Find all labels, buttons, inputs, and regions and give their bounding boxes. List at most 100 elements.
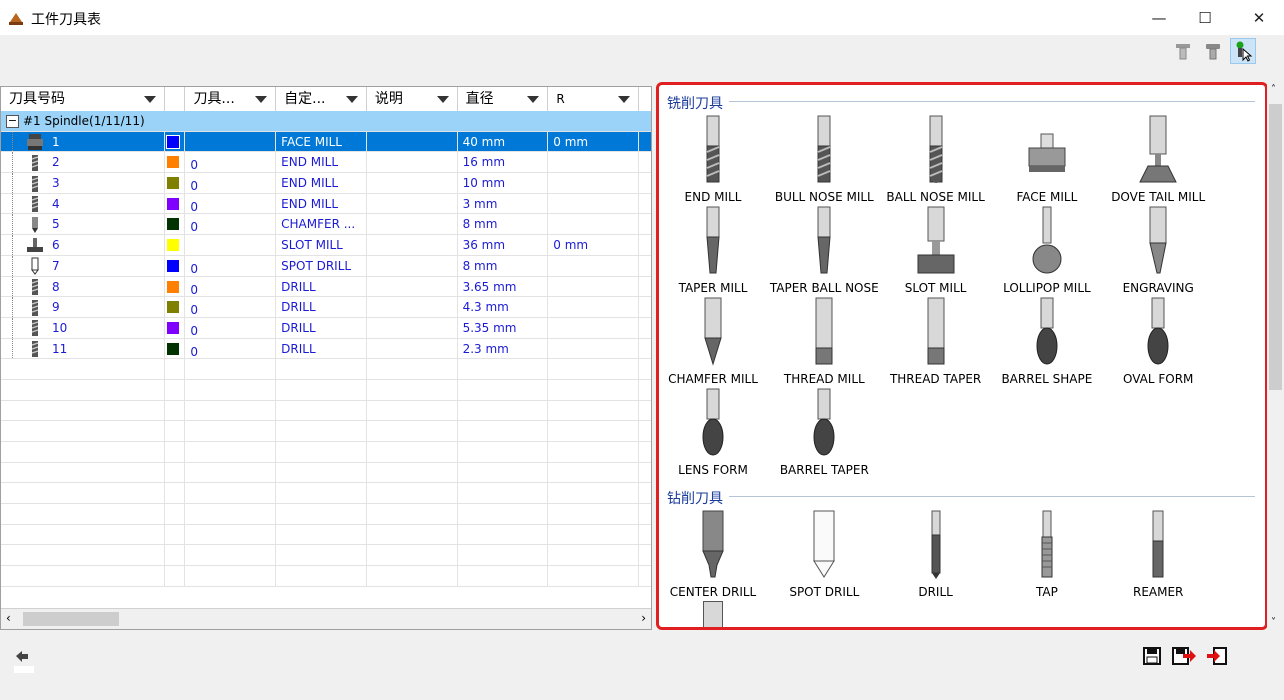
back-button[interactable] — [14, 648, 34, 677]
table-row[interactable]: 3 0 END MILL 10 mm — [1, 173, 651, 194]
color-swatch[interactable] — [166, 134, 181, 149]
tool-diameter: 3.65 mm — [458, 276, 549, 297]
table-row[interactable]: 11 0 DRILL 2.3 mm — [1, 338, 651, 360]
color-swatch[interactable] — [167, 239, 180, 252]
color-swatch[interactable] — [167, 156, 180, 169]
color-swatch[interactable] — [167, 321, 180, 334]
tool-type-item[interactable]: TAPER BALL NOSE — [768, 205, 880, 295]
tool-select-button[interactable] — [1230, 38, 1256, 64]
filter-arrow-icon[interactable] — [436, 96, 449, 103]
collapse-icon[interactable]: − — [6, 115, 19, 128]
empty-row — [1, 545, 651, 567]
color-swatch[interactable] — [167, 342, 180, 355]
maximize-button[interactable]: ☐ — [1182, 2, 1228, 33]
column-radius[interactable]: R — [548, 87, 640, 111]
empty-row — [1, 379, 651, 401]
column-diameter[interactable]: 直径 — [458, 87, 549, 111]
column-tool[interactable]: 刀具... — [185, 87, 277, 111]
exit-button[interactable] — [1206, 646, 1228, 669]
tool-type-item[interactable]: CHAMFER MILL — [659, 296, 769, 386]
close-button[interactable]: ✕ — [1236, 2, 1282, 33]
tool-type-item[interactable]: SPOT DRILL — [768, 509, 880, 599]
filter-arrow-icon[interactable] — [527, 96, 540, 103]
tool-palette: 铣削刀具 钻削刀具 END MILL BULL NOSE MILL BALL NOS… — [656, 82, 1268, 630]
color-swatch[interactable] — [167, 177, 180, 190]
table-row[interactable]: 2 0 END MILL 16 mm — [1, 152, 651, 174]
empty-row — [1, 524, 651, 546]
column-custom[interactable]: 自定... — [276, 87, 367, 111]
tool-type-item[interactable]: TAP — [991, 509, 1103, 599]
tool-type-item[interactable]: FACE MILL — [991, 114, 1103, 204]
tool-type-label: LENS FORM — [678, 463, 748, 477]
color-swatch[interactable] — [167, 259, 180, 272]
barrel-taper-icon — [813, 388, 835, 456]
save-export-button[interactable] — [1172, 646, 1196, 669]
tool-type-item[interactable]: BARREL SHAPE — [991, 296, 1103, 386]
table-row[interactable]: 7 0 SPOT DRILL 8 mm — [1, 255, 651, 277]
tool-type-item[interactable]: DRILL — [880, 509, 992, 599]
filter-arrow-icon[interactable] — [255, 96, 268, 103]
tool-type-item[interactable]: REAMER — [1102, 509, 1214, 599]
tool-type-item[interactable]: OVAL FORM — [1102, 296, 1214, 386]
tool-type-label: CENTER DRILL — [669, 585, 757, 599]
bottom-toolbar — [1142, 646, 1228, 669]
tool-type-item[interactable]: END MILL — [659, 114, 769, 204]
table-row[interactable]: 1 FACE MILL 40 mm 0 mm — [1, 131, 651, 153]
scroll-down-icon[interactable]: ˅ — [1271, 617, 1276, 628]
tool-gray-button[interactable] — [1200, 38, 1226, 64]
table-row[interactable]: 9 0 DRILL 4.3 mm — [1, 297, 651, 318]
tool-type-item[interactable]: BARREL TAPER — [768, 387, 880, 477]
tool-type-item[interactable]: LOLLIPOP MILL — [991, 205, 1103, 295]
filter-arrow-icon[interactable] — [345, 96, 358, 103]
tool-type: DRILL — [276, 297, 367, 317]
tool-type-item[interactable]: THREAD MILL — [768, 296, 880, 386]
close-icon: ✕ — [1252, 8, 1266, 27]
minimize-button[interactable]: — — [1136, 2, 1182, 33]
tool-radius — [548, 317, 640, 338]
tool-description — [367, 131, 458, 152]
back-arrow-icon — [14, 651, 34, 673]
tool-type-item[interactable]: BALL NOSE MILL — [880, 114, 992, 204]
column-tool-number[interactable]: 刀具号码 — [1, 87, 166, 111]
filter-arrow-icon[interactable] — [618, 96, 631, 103]
tool-radius — [548, 214, 640, 235]
scroll-right-icon[interactable]: › — [641, 611, 646, 625]
tool-radius — [548, 152, 640, 173]
filter-arrow-icon[interactable] — [144, 96, 157, 103]
column-color[interactable] — [165, 87, 186, 111]
color-swatch[interactable] — [167, 197, 180, 210]
tool-type-item[interactable]: SLOT MILL — [880, 205, 992, 295]
tool-type-item[interactable]: BULL NOSE MILL — [768, 114, 880, 204]
tool-number: 10 — [52, 320, 68, 335]
table-row[interactable]: 4 0 END MILL 3 mm — [1, 193, 651, 215]
tool-type: CHAMFER ... — [276, 214, 367, 235]
horizontal-scrollbar[interactable]: ‹ › — [1, 608, 651, 629]
scroll-left-icon[interactable]: ‹ — [6, 611, 11, 625]
tool-type-item[interactable]: LENS FORM — [659, 387, 769, 477]
table-row[interactable]: 6 SLOT MILL 36 mm 0 mm — [1, 235, 651, 256]
table-row[interactable]: 5 0 CHAMFER ... 8 mm — [1, 214, 651, 236]
tool-type-item[interactable]: TAPER MILL — [659, 205, 769, 295]
tool-type-item[interactable]: CENTER DRILL — [659, 509, 769, 599]
tool-type-item[interactable]: ENGRAVING — [1102, 205, 1214, 295]
tool-number: 5 — [52, 217, 60, 232]
table-row[interactable]: 10 0 DRILL 5.35 mm — [1, 317, 651, 339]
color-swatch[interactable] — [167, 301, 180, 314]
tool-holder-button[interactable] — [1170, 38, 1196, 64]
column-description[interactable]: 说明 — [367, 87, 458, 111]
tool-type-item[interactable] — [703, 601, 723, 627]
tool-type-item[interactable]: THREAD TAPER — [880, 296, 992, 386]
color-swatch[interactable] — [167, 280, 180, 293]
vertical-scrollbar[interactable]: ˄ ˅ — [1267, 82, 1284, 630]
color-swatch[interactable] — [167, 218, 180, 231]
scroll-thumb[interactable] — [1269, 104, 1282, 390]
table-row[interactable]: 8 0 DRILL 3.65 mm — [1, 276, 651, 298]
group-row[interactable]: − #1 Spindle(1/11/11) — [1, 111, 651, 132]
scroll-thumb[interactable] — [23, 612, 119, 626]
tool-diameter: 36 mm — [458, 235, 549, 255]
drill-icon — [31, 341, 39, 358]
scroll-up-icon[interactable]: ˄ — [1271, 84, 1276, 95]
tool-number: 7 — [52, 258, 60, 273]
save-button[interactable] — [1142, 646, 1162, 669]
tool-type-item[interactable]: DOVE TAIL MILL — [1102, 114, 1214, 204]
